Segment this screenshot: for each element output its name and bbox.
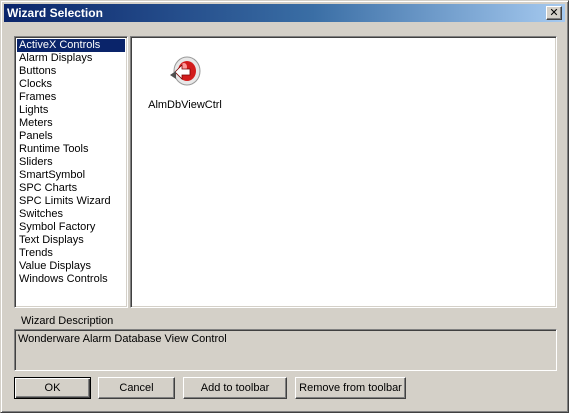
category-item[interactable]: Symbol Factory — [17, 221, 125, 234]
alarm-db-view-icon — [170, 56, 201, 86]
category-item[interactable]: Text Displays — [17, 234, 125, 247]
category-item[interactable]: SPC Charts — [17, 182, 125, 195]
category-list[interactable]: ActiveX Controls Alarm Displays Buttons Clo… — [14, 36, 128, 308]
close-icon: ✕ — [549, 6, 559, 19]
category-item[interactable]: SPC Limits Wizard — [17, 195, 125, 208]
remove-from-toolbar-button[interactable]: Remove from toolbar — [295, 377, 406, 399]
category-item[interactable]: Clocks — [17, 78, 125, 91]
category-item[interactable]: Lights — [17, 104, 125, 117]
category-item[interactable]: Sliders — [17, 156, 125, 169]
wizard-pane: AlmDbViewCtrl — [130, 36, 557, 308]
wizard-description-text: Wonderware Alarm Database View Control — [18, 333, 227, 345]
category-item[interactable]: Meters — [17, 117, 125, 130]
category-item[interactable]: Windows Controls — [17, 273, 125, 286]
wizard-item-label: AlmDbViewCtrl — [148, 99, 222, 111]
wizard-item-almdbviewctrl[interactable]: AlmDbViewCtrl — [145, 51, 225, 111]
title-bar[interactable]: Wizard Selection ✕ — [4, 4, 565, 22]
category-item[interactable]: SmartSymbol — [17, 169, 125, 182]
category-item[interactable]: Runtime Tools — [17, 143, 125, 156]
cancel-button[interactable]: Cancel — [98, 377, 175, 399]
wizard-selection-dialog: Wizard Selection ✕ ActiveX Controls Alarm… — [0, 0, 569, 413]
wizard-description-label: Wizard Description — [21, 315, 114, 327]
add-to-toolbar-button[interactable]: Add to toolbar — [183, 377, 287, 399]
wizard-description-box: Wonderware Alarm Database View Control — [14, 329, 557, 371]
category-item[interactable]: Alarm Displays — [17, 52, 125, 65]
ok-button[interactable]: OK — [14, 377, 91, 399]
close-button[interactable]: ✕ — [546, 6, 562, 20]
category-item[interactable]: Trends — [17, 247, 125, 260]
category-item[interactable]: Frames — [17, 91, 125, 104]
window-title: Wizard Selection — [7, 6, 103, 20]
category-item[interactable]: ActiveX Controls — [17, 39, 125, 52]
category-item[interactable]: Value Displays — [17, 260, 125, 273]
category-item[interactable]: Panels — [17, 130, 125, 143]
category-item[interactable]: Switches — [17, 208, 125, 221]
category-item[interactable]: Buttons — [17, 65, 125, 78]
